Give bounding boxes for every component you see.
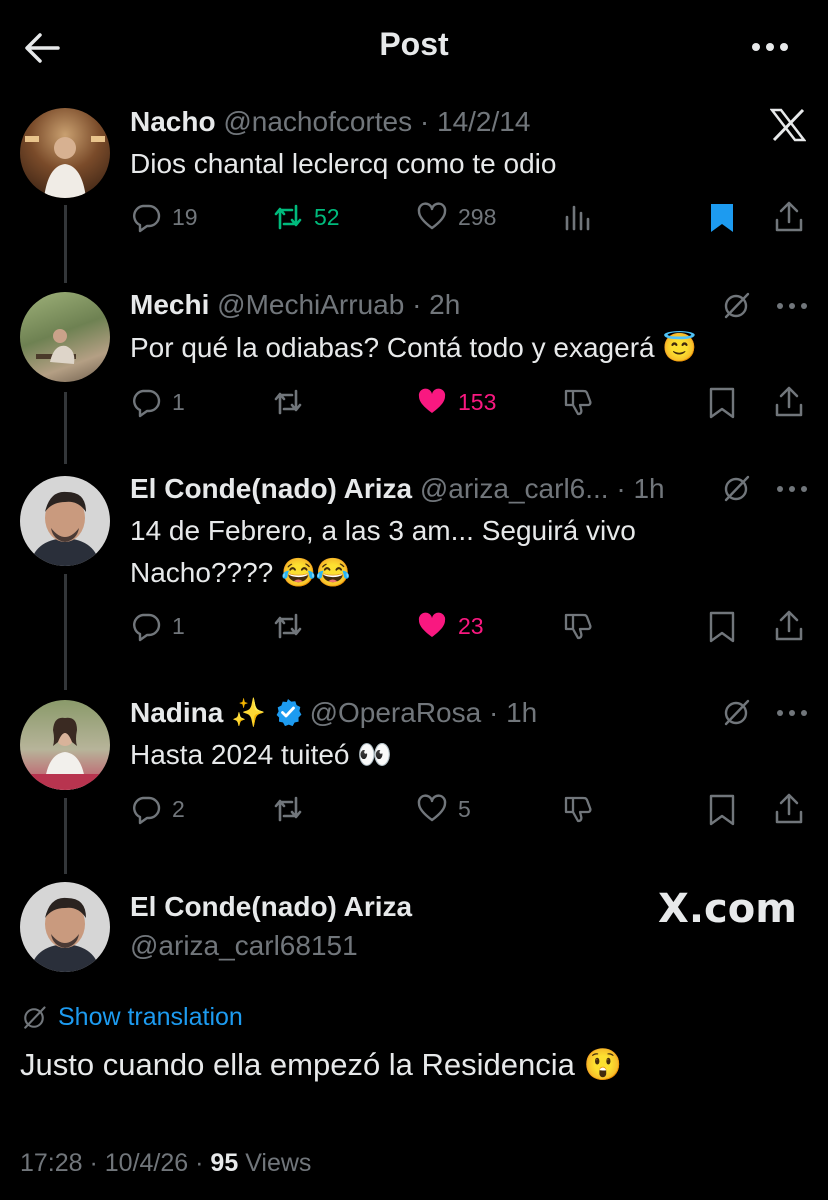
post-timestamp[interactable]: 17:28 · 10/4/26 · xyxy=(20,1149,203,1177)
retweet-icon xyxy=(274,796,302,822)
downvote-icon[interactable] xyxy=(562,610,594,642)
like-count: 153 xyxy=(458,388,497,415)
downvote-icon[interactable] xyxy=(562,793,594,825)
grok-icon[interactable] xyxy=(720,473,752,505)
reply-count: 19 xyxy=(172,203,198,230)
sparkles-emoji: ✨ xyxy=(231,697,267,728)
reply-count: 2 xyxy=(172,795,185,822)
share-icon[interactable] xyxy=(772,792,806,826)
author-name[interactable]: Nacho xyxy=(130,106,216,137)
downvote-icon[interactable] xyxy=(562,386,594,418)
avatar[interactable] xyxy=(20,476,110,566)
like-button[interactable]: 5 xyxy=(416,793,471,825)
x-com-watermark: X.com xyxy=(658,886,797,932)
tweet-text: Por qué la odiabas? Contá todo y exagerá… xyxy=(130,332,698,363)
share-icon[interactable] xyxy=(772,609,806,643)
retweet-button[interactable] xyxy=(272,610,304,642)
reply-count: 1 xyxy=(172,388,185,415)
author-handle[interactable]: @ariza_carl6... xyxy=(420,473,609,504)
author-name[interactable]: Mechi xyxy=(130,289,209,320)
post-text: Justo cuando ella empezó la Residencia 😲 xyxy=(20,1047,623,1082)
author-handle[interactable]: @nachofcortes xyxy=(223,106,412,137)
retweet-icon xyxy=(274,613,302,639)
retweet-button[interactable] xyxy=(272,793,304,825)
more-options-icon[interactable] xyxy=(748,30,792,64)
page-title: Post xyxy=(379,26,449,62)
thread-line xyxy=(64,205,67,283)
reply-button[interactable]: 2 xyxy=(130,793,185,825)
thread-line xyxy=(64,392,67,464)
avatar[interactable] xyxy=(20,292,110,382)
thread-line xyxy=(64,798,67,874)
tweet-text: Dios chantal leclercq como te odio xyxy=(130,148,557,179)
grok-icon[interactable] xyxy=(720,290,752,322)
more-options-icon[interactable] xyxy=(774,703,810,723)
timestamp[interactable]: · 14/2/14 xyxy=(420,106,531,137)
author-name[interactable]: Nadina xyxy=(130,697,223,728)
timestamp[interactable]: · 2h xyxy=(412,289,460,320)
bookmark-icon[interactable] xyxy=(706,386,738,420)
reply-button[interactable]: 1 xyxy=(130,610,185,642)
bookmark-icon[interactable] xyxy=(706,610,738,644)
retweet-button[interactable] xyxy=(272,386,304,418)
show-translation-link[interactable]: Show translation xyxy=(20,1003,243,1032)
author-handle[interactable]: @OperaRosa xyxy=(310,697,482,728)
verified-badge-icon xyxy=(276,699,302,727)
author-handle[interactable]: @MechiArruab xyxy=(217,289,404,320)
more-options-icon[interactable] xyxy=(774,296,810,316)
retweet-icon xyxy=(274,204,302,230)
reply-icon xyxy=(133,389,161,418)
tweet-text-line-1: 14 de Febrero, a las 3 am... Seguirá viv… xyxy=(130,515,636,546)
avatar[interactable] xyxy=(20,882,110,972)
heart-filled-icon xyxy=(418,388,446,413)
analytics-icon[interactable] xyxy=(562,201,594,233)
timestamp[interactable]: · 1h xyxy=(616,473,664,504)
reply-button[interactable]: 1 xyxy=(130,386,185,418)
reply-button[interactable]: 19 xyxy=(130,201,198,233)
heart-filled-icon xyxy=(418,612,446,637)
share-icon[interactable] xyxy=(772,385,806,419)
retweet-icon xyxy=(274,389,302,415)
x-logo-icon xyxy=(770,108,806,142)
reply-icon xyxy=(133,204,161,233)
avatar[interactable] xyxy=(20,700,110,790)
reply-count: 1 xyxy=(172,612,185,639)
bookmark-filled-icon[interactable] xyxy=(706,201,738,235)
show-translation-label: Show translation xyxy=(58,1003,243,1031)
grok-icon[interactable] xyxy=(720,697,752,729)
like-button[interactable]: 153 xyxy=(416,386,496,418)
retweet-button[interactable]: 52 xyxy=(272,201,340,233)
heart-outline-icon xyxy=(417,794,447,822)
like-count: 298 xyxy=(458,203,497,230)
avatar[interactable] xyxy=(20,108,110,198)
views-count: 95 xyxy=(210,1149,239,1177)
retweet-count: 52 xyxy=(314,203,340,230)
grok-icon xyxy=(24,1005,46,1029)
more-options-icon[interactable] xyxy=(774,479,810,499)
bookmark-icon[interactable] xyxy=(706,793,738,827)
share-icon[interactable] xyxy=(772,200,806,234)
reply-icon xyxy=(133,796,161,825)
author-handle[interactable]: @ariza_carl68151 xyxy=(130,930,358,962)
thread-line xyxy=(64,574,67,690)
tweet-text: Hasta 2024 tuiteó 👀 xyxy=(130,739,393,770)
tweet-text-line-2: Nacho???? 😂😂 xyxy=(130,557,351,588)
heart-outline-icon xyxy=(417,202,447,230)
views-label: Views xyxy=(245,1149,312,1177)
reply-icon xyxy=(133,613,161,642)
like-count: 5 xyxy=(458,795,471,822)
timestamp[interactable]: · 1h xyxy=(489,697,537,728)
author-name[interactable]: El Conde(nado) Ariza xyxy=(130,891,412,923)
like-button[interactable]: 298 xyxy=(416,201,496,233)
like-count: 23 xyxy=(458,612,484,639)
author-name[interactable]: El Conde(nado) Ariza xyxy=(130,473,412,504)
like-button[interactable]: 23 xyxy=(416,610,484,642)
